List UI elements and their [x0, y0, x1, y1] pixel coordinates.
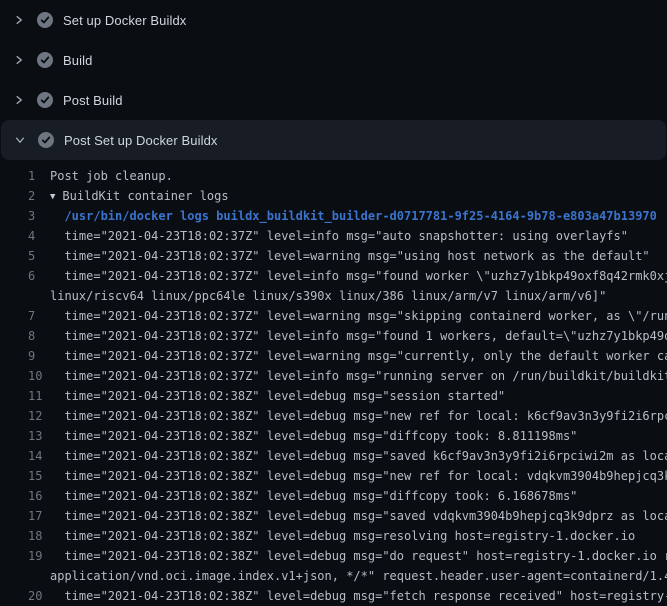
step-title: Post Build — [63, 93, 123, 108]
log-line-number[interactable]: 6 — [28, 269, 50, 283]
log-line-number[interactable]: 12 — [28, 409, 50, 423]
log-line-number[interactable]: 10 — [28, 369, 50, 383]
log-row: 1 Post job cleanup. — [0, 166, 667, 186]
log-line-number[interactable]: 15 — [28, 469, 50, 483]
log-line-text: time="2021-04-23T18:02:37Z" level=warnin… — [50, 309, 667, 323]
log-line-wrap-text: application/vnd.oci.image.index.v1+json,… — [50, 569, 667, 583]
chevron-icon[interactable] — [13, 14, 25, 26]
log-row: 11 time="2021-04-23T18:02:38Z" level=deb… — [0, 386, 667, 406]
step-section-list: Set up Docker Buildx Build P — [0, 0, 667, 160]
log-line-text: time="2021-04-23T18:02:38Z" level=debug … — [50, 409, 667, 423]
log-line-text: time="2021-04-23T18:02:38Z" level=debug … — [50, 449, 667, 463]
log-line-text: time="2021-04-23T18:02:38Z" level=debug … — [50, 509, 667, 523]
log-line-number[interactable]: 7 — [28, 309, 50, 323]
log-line-number[interactable]: 18 — [28, 529, 50, 543]
log-line-number[interactable]: 14 — [28, 449, 50, 463]
log-line-number[interactable]: 20 — [28, 589, 50, 603]
log-line-text: time="2021-04-23T18:02:38Z" level=debug … — [50, 529, 635, 543]
log-row: 5 time="2021-04-23T18:02:37Z" level=warn… — [0, 246, 667, 266]
check-circle-icon — [38, 132, 54, 148]
log-line-text: time="2021-04-23T18:02:37Z" level=warnin… — [50, 249, 650, 263]
log-line-text: time="2021-04-23T18:02:37Z" level=info m… — [50, 269, 667, 283]
log-row: 13 time="2021-04-23T18:02:38Z" level=deb… — [0, 426, 667, 446]
log-row: 17 time="2021-04-23T18:02:38Z" level=deb… — [0, 506, 667, 526]
log-line-number[interactable]: 1 — [28, 169, 50, 183]
log-line-text: time="2021-04-23T18:02:38Z" level=debug … — [50, 389, 505, 403]
log-line-number[interactable]: 9 — [28, 349, 50, 363]
log-row: linux/riscv64 linux/ppc64le linux/s390x … — [0, 286, 667, 306]
log-row: 16 time="2021-04-23T18:02:38Z" level=deb… — [0, 486, 667, 506]
log-line-number[interactable]: 8 — [28, 329, 50, 343]
log-row: 6 time="2021-04-23T18:02:37Z" level=info… — [0, 266, 667, 286]
log-row: 4 time="2021-04-23T18:02:37Z" level=info… — [0, 226, 667, 246]
log-line-text: time="2021-04-23T18:02:38Z" level=debug … — [50, 589, 667, 603]
log-line-text: time="2021-04-23T18:02:38Z" level=debug … — [50, 489, 577, 503]
step-title: Set up Docker Buildx — [63, 13, 186, 28]
log-line-number[interactable]: 4 — [28, 229, 50, 243]
log-line-number[interactable]: 3 — [28, 209, 50, 223]
chevron-icon[interactable] — [14, 134, 26, 146]
check-circle-icon — [37, 12, 53, 28]
log-line-number[interactable]: 16 — [28, 489, 50, 503]
chevron-icon[interactable] — [13, 54, 25, 66]
log-row: 12 time="2021-04-23T18:02:38Z" level=deb… — [0, 406, 667, 426]
log-line-wrap-text: linux/riscv64 linux/ppc64le linux/s390x … — [50, 289, 606, 303]
step-title: Post Set up Docker Buildx — [64, 133, 218, 148]
log-line-number[interactable]: 17 — [28, 509, 50, 523]
log-line-text: time="2021-04-23T18:02:38Z" level=debug … — [50, 469, 667, 483]
log-row: 9 time="2021-04-23T18:02:37Z" level=warn… — [0, 346, 667, 366]
log-row: 15 time="2021-04-23T18:02:38Z" level=deb… — [0, 466, 667, 486]
check-circle-icon — [37, 92, 53, 108]
log-line-text: time="2021-04-23T18:02:37Z" level=info m… — [50, 229, 628, 243]
log-row: 2 ▼ BuildKit container logs — [0, 186, 667, 206]
log-line-text: Post job cleanup. — [50, 169, 173, 183]
step-section-header-set-up-docker-buildx[interactable]: Set up Docker Buildx — [0, 0, 667, 40]
log-row: 3 /usr/bin/docker logs buildx_buildkit_b… — [0, 206, 667, 226]
log-line-number[interactable]: 5 — [28, 249, 50, 263]
log-line-text: time="2021-04-23T18:02:38Z" level=debug … — [50, 429, 577, 443]
log-line-number[interactable]: 19 — [28, 549, 50, 563]
log-line-number[interactable]: 11 — [28, 389, 50, 403]
log-row: 10 time="2021-04-23T18:02:37Z" level=inf… — [0, 366, 667, 386]
log-row: 20 time="2021-04-23T18:02:38Z" level=deb… — [0, 586, 667, 606]
log-row: 14 time="2021-04-23T18:02:38Z" level=deb… — [0, 446, 667, 466]
log-line-text: time="2021-04-23T18:02:37Z" level=info m… — [50, 369, 667, 383]
log-line-text: time="2021-04-23T18:02:37Z" level=warnin… — [50, 349, 667, 363]
check-circle-icon — [37, 52, 53, 68]
step-section-header-post-build[interactable]: Post Build — [0, 80, 667, 120]
log-group-collapse-icon[interactable]: ▼ — [50, 192, 55, 202]
log-line-text: time="2021-04-23T18:02:37Z" level=info m… — [50, 329, 667, 343]
log-group-label[interactable]: BuildKit container logs — [62, 189, 228, 203]
log-group-toggle[interactable]: ▼ BuildKit container logs — [50, 189, 229, 203]
step-section-header-build[interactable]: Build — [0, 40, 667, 80]
log-line-number[interactable]: 13 — [28, 429, 50, 443]
log-viewer: 1 Post job cleanup. 2 ▼ BuildKit containe… — [0, 160, 667, 606]
chevron-icon[interactable] — [13, 94, 25, 106]
log-row: 18 time="2021-04-23T18:02:38Z" level=deb… — [0, 526, 667, 546]
log-row: 19 time="2021-04-23T18:02:38Z" level=deb… — [0, 546, 667, 566]
log-row: application/vnd.oci.image.index.v1+json,… — [0, 566, 667, 586]
log-line-number[interactable]: 2 — [28, 189, 50, 203]
step-title: Build — [63, 53, 92, 68]
log-row: 7 time="2021-04-23T18:02:37Z" level=warn… — [0, 306, 667, 326]
log-command-text: /usr/bin/docker logs buildx_buildkit_bui… — [50, 209, 657, 223]
log-row: 8 time="2021-04-23T18:02:37Z" level=info… — [0, 326, 667, 346]
log-line-text: time="2021-04-23T18:02:38Z" level=debug … — [50, 549, 667, 563]
step-section-header-post-set-up-docker-buildx[interactable]: Post Set up Docker Buildx — [1, 120, 666, 160]
